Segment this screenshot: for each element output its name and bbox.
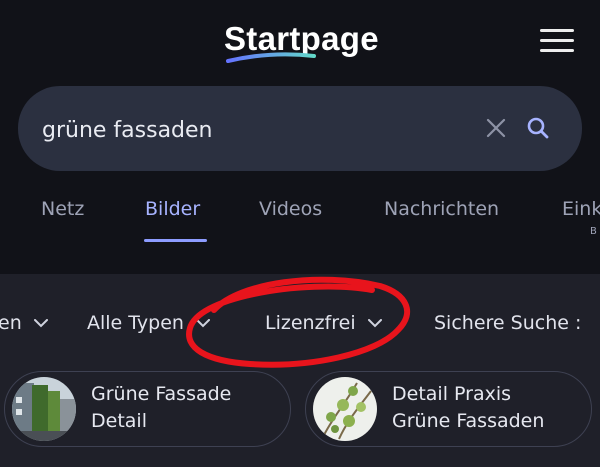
filter-region[interactable]: en — [0, 312, 48, 334]
tab-videos[interactable]: Videos — [259, 198, 322, 220]
filter-license-label: Lizenzfrei — [265, 312, 356, 334]
suggestion-chip[interactable]: Detail Praxis Grüne Fassaden — [305, 371, 592, 447]
header-area: Startpage Netz Bilder Videos Nachricht — [0, 0, 600, 274]
search-input[interactable] — [42, 110, 472, 150]
chevron-down-icon — [367, 318, 382, 327]
suggestion-thumbnail — [12, 377, 76, 441]
tab-overflow-sublabel: B — [590, 226, 597, 237]
chevron-down-icon — [33, 318, 48, 327]
filter-type[interactable]: Alle Typen — [87, 312, 210, 334]
search-icon — [527, 117, 549, 139]
filter-safe-search-label: Sichere Suche : — [434, 312, 582, 334]
tab-bilder[interactable]: Bilder — [145, 198, 200, 220]
logo-swoosh-icon — [226, 52, 316, 63]
filter-license[interactable]: Lizenzfrei — [265, 312, 382, 334]
suggestion-label: Grüne Fassade Detail — [91, 383, 232, 432]
tab-netz[interactable]: Netz — [41, 198, 84, 220]
chevron-down-icon — [195, 318, 210, 327]
search-submit-button[interactable] — [525, 115, 551, 141]
hamburger-icon — [540, 29, 574, 32]
suggestion-label: Detail Praxis Grüne Fassaden — [392, 383, 545, 432]
tab-nachrichten[interactable]: Nachrichten — [384, 198, 499, 220]
clear-search-button[interactable] — [484, 116, 508, 140]
close-icon — [486, 118, 506, 138]
filter-type-label: Alle Typen — [87, 312, 184, 334]
menu-button[interactable] — [540, 29, 574, 53]
suggestion-chip[interactable]: Grüne Fassade Detail — [4, 371, 291, 447]
filter-region-label: en — [0, 312, 22, 334]
search-bar — [18, 86, 582, 171]
suggestion-thumbnail — [313, 377, 377, 441]
active-tab-indicator — [144, 239, 207, 242]
filter-safe-search[interactable]: Sichere Suche : — [434, 312, 581, 334]
tab-einkaufen[interactable]: Eink — [562, 198, 600, 220]
